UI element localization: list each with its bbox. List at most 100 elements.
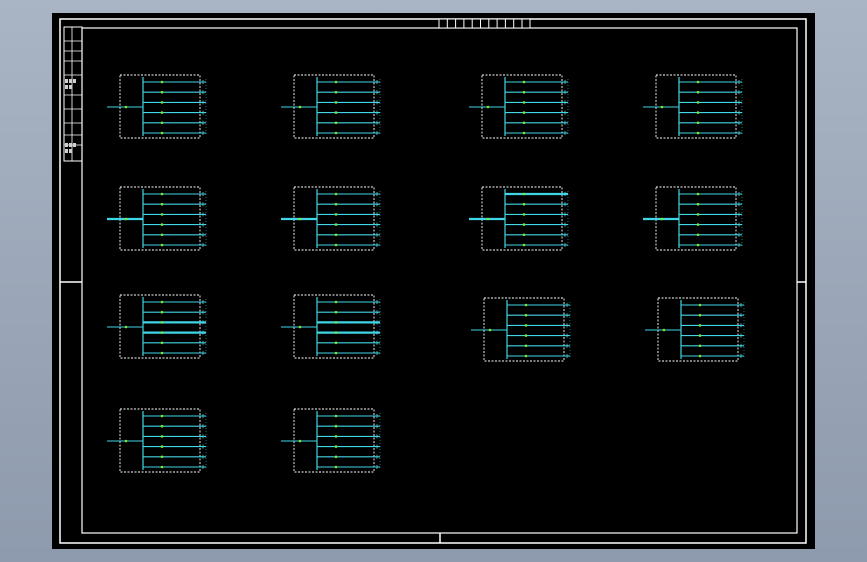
output-junction [696,233,700,237]
output-junction [334,310,338,314]
input-junction [662,328,666,332]
output-junction [334,223,338,226]
output-junction [696,111,700,114]
output-junction [160,351,164,355]
output-junction [160,445,164,448]
output-junction [696,243,700,247]
output-junction [522,243,526,247]
title-block [63,26,83,162]
input-junction [660,105,664,109]
output-junction [522,213,526,216]
stamp-glyph [73,143,76,147]
output-junction [160,233,164,237]
stamp-glyph [69,85,72,89]
outer-border [59,18,807,544]
output-junction [334,111,338,114]
output-junction [334,131,338,135]
output-junction [524,313,528,317]
input-junction [486,105,490,109]
output-junction [522,111,526,114]
output-junction [522,202,526,206]
output-junction [524,354,528,358]
output-junction [334,121,338,125]
output-junction [696,80,700,84]
input-junction [298,217,302,221]
output-junction [334,300,338,304]
ruler-box [438,18,531,29]
module-3-3 [471,297,571,362]
output-junction [696,213,700,216]
stamp-glyph [73,79,76,83]
output-junction [696,223,700,226]
stamp-glyph [69,149,72,153]
output-junction [160,435,164,438]
output-junction [334,192,338,196]
zone-ruler [438,18,531,29]
output-junction [522,131,526,135]
output-junction [334,243,338,247]
output-junction [334,202,338,206]
output-junction [160,202,164,206]
output-junction [696,121,700,125]
output-junction [698,334,702,337]
module-grid [107,74,745,473]
input-junction [298,105,302,109]
module-1-3 [469,74,569,139]
schematic-drawing [59,18,807,544]
module-3-2 [281,294,381,359]
output-junction [522,90,526,94]
module-2-4 [643,186,743,251]
output-junction [334,465,338,469]
input-junction [124,105,128,109]
output-junction [160,80,164,84]
output-junction [522,192,526,196]
input-junction [486,217,490,221]
output-junction [696,90,700,94]
input-junction [660,217,664,221]
output-junction [522,223,526,226]
output-junction [522,101,526,104]
output-junction [524,324,528,327]
input-junction [124,217,128,221]
title-block-stamp [65,79,76,89]
output-junction [698,354,702,358]
output-junction [698,303,702,307]
output-junction [334,213,338,216]
output-junction [334,321,338,324]
output-junction [160,424,164,428]
module-3-4 [645,297,745,362]
stamp-glyph [69,79,72,83]
output-junction [160,111,164,114]
output-junction [334,233,338,237]
title-block-stamp [65,143,76,153]
output-junction [160,310,164,314]
output-junction [160,131,164,135]
output-junction [160,341,164,345]
output-junction [522,121,526,125]
input-junction [298,325,302,329]
module-1-2 [281,74,381,139]
output-junction [334,435,338,438]
output-junction [524,303,528,307]
output-junction [696,101,700,104]
output-junction [696,202,700,206]
output-junction [698,313,702,317]
output-junction [160,414,164,418]
output-junction [160,243,164,247]
output-junction [160,213,164,216]
output-junction [522,233,526,237]
output-junction [334,101,338,104]
output-junction [524,334,528,337]
output-junction [160,321,164,324]
stamp-glyph [65,79,68,83]
stamp-glyph [69,143,72,147]
output-junction [334,414,338,418]
output-junction [696,192,700,196]
module-1-1 [107,74,207,139]
input-junction [298,439,302,443]
output-junction [160,465,164,469]
stamp-glyph [65,85,68,89]
output-junction [522,80,526,84]
output-junction [334,341,338,345]
stamp-glyph [65,143,68,147]
